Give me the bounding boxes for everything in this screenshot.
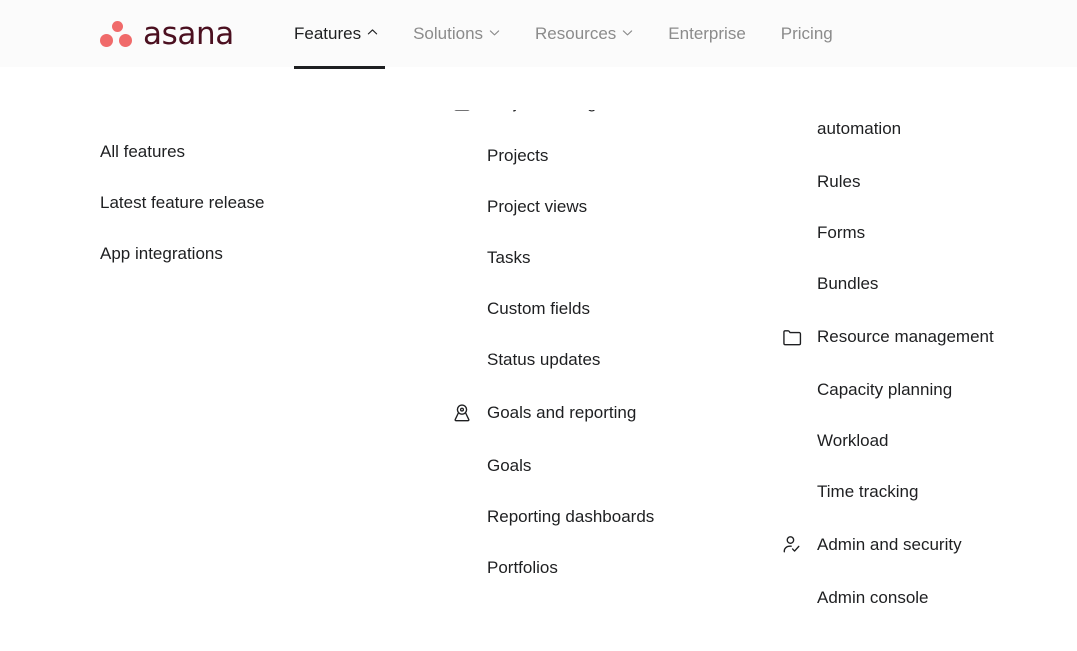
active-tab-underline xyxy=(294,66,385,69)
list-item: Time tracking xyxy=(817,481,1060,503)
link-portfolios[interactable]: Portfolios xyxy=(487,558,558,577)
link-custom-fields[interactable]: Custom fields xyxy=(487,299,590,318)
list-item: Reporting dashboards xyxy=(487,506,770,528)
nav-item-solutions[interactable]: Solutions xyxy=(413,0,500,47)
nav-item-solutions-label: Solutions xyxy=(413,23,484,43)
asana-logo[interactable]: asana xyxy=(100,15,234,53)
group-resource-management: Resource management Capacity planning Wo… xyxy=(780,324,1060,503)
list-item: Admin console xyxy=(817,587,1060,609)
board-list-icon xyxy=(450,110,474,115)
link-project-views[interactable]: Project views xyxy=(487,197,587,216)
dropdown-column-workflows-admin: Workflows and automation Rules Forms Bun… xyxy=(780,110,1060,638)
group-workflows-and-automation: Workflows and automation Rules Forms Bun… xyxy=(780,110,1060,295)
folder-icon xyxy=(780,325,804,349)
link-status-updates[interactable]: Status updates xyxy=(487,350,600,369)
list-item: Tasks xyxy=(487,247,770,269)
list-item: Project views xyxy=(487,196,770,218)
link-capacity-planning[interactable]: Capacity planning xyxy=(817,380,952,399)
list-item: Forms xyxy=(817,222,1060,244)
list-item: Custom fields xyxy=(487,298,770,320)
group-admin-and-security: Admin and security Admin console xyxy=(780,532,1060,609)
link-workload[interactable]: Workload xyxy=(817,431,889,450)
list-item: Workload xyxy=(817,430,1060,452)
group-workflows-and-automation-header[interactable]: Workflows and automation xyxy=(780,110,1060,142)
group-workflows-and-automation-title: Workflows and automation xyxy=(817,110,928,138)
group-goals-and-reporting: Goals and reporting Goals Reporting dash… xyxy=(450,400,770,579)
link-forms[interactable]: Forms xyxy=(817,223,865,242)
list-item: Rules xyxy=(817,171,1060,193)
chevron-up-icon xyxy=(367,27,378,38)
asana-marketing-page: asana Features Solutions Resources Enter… xyxy=(0,0,1077,651)
group-project-management-links: Projects Project views Tasks Custom fiel… xyxy=(450,145,770,371)
nav-item-pricing-label: Pricing xyxy=(780,23,833,43)
group-admin-and-security-links: Admin console xyxy=(780,587,1060,609)
goal-target-icon xyxy=(450,401,474,425)
list-item: Goals xyxy=(487,455,770,477)
group-goals-and-reporting-links: Goals Reporting dashboards Portfolios xyxy=(450,455,770,579)
site-header: asana Features Solutions Resources Enter… xyxy=(0,0,1077,69)
group-workflows-and-automation-links: Rules Forms Bundles xyxy=(780,171,1060,295)
chevron-down-icon xyxy=(622,27,633,38)
link-reporting-dashboards[interactable]: Reporting dashboards xyxy=(487,507,654,526)
link-all-features[interactable]: All features xyxy=(100,141,430,163)
group-project-management-header[interactable]: Project management xyxy=(450,110,770,116)
link-goals[interactable]: Goals xyxy=(487,456,531,475)
chevron-down-icon xyxy=(489,27,500,38)
dropdown-column-product: Product overview All features Latest fea… xyxy=(100,110,430,294)
link-latest-feature-release[interactable]: Latest feature release xyxy=(100,192,430,214)
group-goals-and-reporting-title: Goals and reporting xyxy=(487,403,637,422)
group-admin-and-security-header[interactable]: Admin and security xyxy=(780,532,1060,558)
list-item: Bundles xyxy=(817,273,1060,295)
link-rules[interactable]: Rules xyxy=(817,172,860,191)
group-resource-management-title: Resource management xyxy=(817,327,994,346)
nav-item-features-label: Features xyxy=(294,23,362,43)
list-item: Status updates xyxy=(487,349,770,371)
group-admin-and-security-title: Admin and security xyxy=(817,535,962,554)
nav-item-resources-label: Resources xyxy=(535,23,617,43)
person-check-icon xyxy=(780,533,804,557)
list-item: Capacity planning xyxy=(817,379,1060,401)
dropdown-column-project-goals: Project management Projects Project view… xyxy=(450,110,770,608)
link-projects[interactable]: Projects xyxy=(487,146,548,165)
primary-navigation: Features Solutions Resources Enterprise … xyxy=(294,0,868,69)
workflow-nodes-icon xyxy=(780,110,804,115)
nav-item-pricing[interactable]: Pricing xyxy=(781,0,833,47)
asana-wordmark: asana xyxy=(143,15,234,52)
group-project-management: Project management Projects Project view… xyxy=(450,110,770,371)
nav-item-features[interactable]: Features xyxy=(294,0,385,69)
asana-logo-dots-icon xyxy=(100,20,134,48)
group-resource-management-links: Capacity planning Workload Time tracking xyxy=(780,379,1060,503)
link-app-integrations[interactable]: App integrations xyxy=(100,243,430,265)
nav-item-enterprise[interactable]: Enterprise xyxy=(668,0,745,47)
group-goals-and-reporting-header[interactable]: Goals and reporting xyxy=(450,400,770,426)
link-bundles[interactable]: Bundles xyxy=(817,274,878,293)
link-tasks[interactable]: Tasks xyxy=(487,248,530,267)
link-admin-console[interactable]: Admin console xyxy=(817,588,929,607)
link-time-tracking[interactable]: Time tracking xyxy=(817,482,918,501)
nav-item-resources[interactable]: Resources xyxy=(535,0,633,47)
group-project-management-title: Project management xyxy=(487,110,644,116)
group-resource-management-header[interactable]: Resource management xyxy=(780,324,1060,350)
nav-item-enterprise-label: Enterprise xyxy=(668,23,746,43)
link-product-overview[interactable]: Product overview xyxy=(100,110,430,112)
features-dropdown-panel: Product overview All features Latest fea… xyxy=(0,110,1077,651)
list-item: Portfolios xyxy=(487,557,770,579)
list-item: Projects xyxy=(487,145,770,167)
